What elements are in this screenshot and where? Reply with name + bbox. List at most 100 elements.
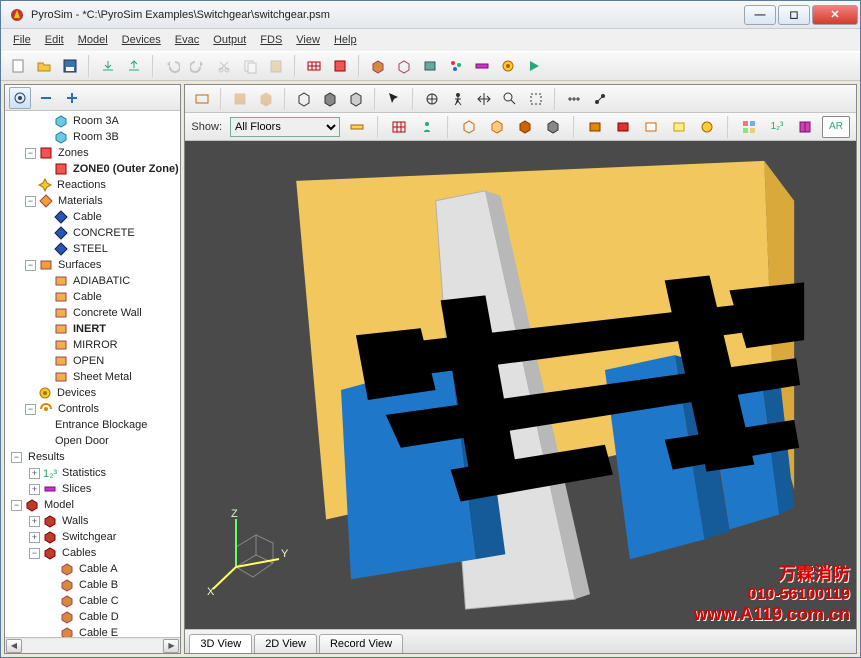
zoom-box-icon[interactable] [525, 88, 547, 110]
tree-item-stats[interactable]: +1₂³Statistics [5, 465, 180, 481]
nav-collapse-icon[interactable] [35, 87, 57, 109]
tree-item-entblock[interactable]: Entrance Blockage [5, 417, 180, 433]
collapse-icon[interactable]: − [11, 500, 22, 511]
tab-3d-view[interactable]: 3D View [189, 634, 252, 653]
walk-icon[interactable] [447, 88, 469, 110]
expand-icon[interactable]: + [29, 468, 40, 479]
tree-item-zone0[interactable]: ZONE0 (Outer Zone) [5, 161, 180, 177]
obstruction-icon[interactable] [367, 55, 389, 77]
tree-group-reactions[interactable]: Reactions [5, 177, 180, 193]
tree-scrollbar[interactable]: ◀ ▶ [5, 637, 180, 653]
axis-gizmo[interactable]: Z Y X [201, 507, 291, 597]
nav-gear-icon[interactable] [9, 87, 31, 109]
collapse-icon[interactable]: − [25, 148, 36, 159]
tree-item-switchgear[interactable]: +Switchgear [5, 529, 180, 545]
tree-item-cablec[interactable]: Cable C [5, 593, 180, 609]
tree-item-surf-cwall[interactable]: Concrete Wall [5, 305, 180, 321]
zone-icon[interactable] [329, 55, 351, 77]
expand-icon[interactable]: + [29, 516, 40, 527]
menu-output[interactable]: Output [207, 32, 252, 48]
solid-outline-icon[interactable] [345, 88, 367, 110]
tree-group-zones[interactable]: −Zones [5, 145, 180, 161]
expand-icon[interactable]: + [29, 532, 40, 543]
copy-icon[interactable] [239, 55, 261, 77]
export-icon[interactable] [123, 55, 145, 77]
tree-group-materials[interactable]: −Materials [5, 193, 180, 209]
undo-icon[interactable] [161, 55, 183, 77]
collapse-icon[interactable]: − [25, 260, 36, 271]
run-icon[interactable] [523, 55, 545, 77]
tree-item-surf-open[interactable]: OPEN [5, 353, 180, 369]
import-icon[interactable] [97, 55, 119, 77]
hole-icon[interactable] [393, 55, 415, 77]
floor-manage-icon[interactable] [346, 116, 368, 138]
menu-devices[interactable]: Devices [116, 32, 167, 48]
menu-view[interactable]: View [290, 32, 326, 48]
particle-icon[interactable] [445, 55, 467, 77]
solid-icon[interactable] [319, 88, 341, 110]
menu-edit[interactable]: Edit [39, 32, 70, 48]
tree-item-room3a[interactable]: Room 3A [5, 113, 180, 129]
view-top-icon[interactable] [229, 88, 251, 110]
model-tree[interactable]: Room 3A Room 3B −Zones ZONE0 (Outer Zone… [5, 111, 180, 637]
tree-item-surf-adiabatic[interactable]: ADIABATIC [5, 273, 180, 289]
book-icon[interactable] [794, 116, 816, 138]
titlebar[interactable]: PyroSim - *C:\PyroSim Examples\Switchgea… [1, 1, 860, 29]
collapse-icon[interactable]: − [29, 548, 40, 559]
tree-item-cablee[interactable]: Cable E [5, 625, 180, 637]
tree-item-slices[interactable]: +Slices [5, 481, 180, 497]
cut-icon[interactable] [213, 55, 235, 77]
open-icon[interactable] [33, 55, 55, 77]
nav-expand-icon[interactable] [61, 87, 83, 109]
tree-group-model[interactable]: −Model [5, 497, 180, 513]
snap-icon[interactable] [589, 88, 611, 110]
menu-fds[interactable]: FDS [254, 32, 288, 48]
measure-icon[interactable] [563, 88, 585, 110]
show-people-icon[interactable] [416, 116, 438, 138]
tree-item-surf-cable[interactable]: Cable [5, 289, 180, 305]
tree-item-surf-sheet[interactable]: Sheet Metal [5, 369, 180, 385]
tree-group-results[interactable]: −Results [5, 449, 180, 465]
tree-group-cables[interactable]: −Cables [5, 545, 180, 561]
menu-evac[interactable]: Evac [169, 32, 205, 48]
zoom-icon[interactable] [499, 88, 521, 110]
new-icon[interactable] [7, 55, 29, 77]
tree-item-cablea[interactable]: Cable A [5, 561, 180, 577]
menu-file[interactable]: File [7, 32, 37, 48]
reset-view-icon[interactable] [191, 88, 213, 110]
tree-item-mat-steel[interactable]: STEEL [5, 241, 180, 257]
device-show-icon[interactable] [696, 116, 718, 138]
cube3-icon[interactable] [514, 116, 536, 138]
cube2-icon[interactable] [486, 116, 508, 138]
menu-help[interactable]: Help [328, 32, 363, 48]
tab-2d-view[interactable]: 2D View [254, 634, 317, 653]
mesh-icon[interactable] [303, 55, 325, 77]
redo-icon[interactable] [187, 55, 209, 77]
minimize-button[interactable]: — [744, 5, 776, 25]
scroll-left-icon[interactable]: ◀ [6, 639, 22, 653]
paste-icon[interactable] [265, 55, 287, 77]
slice-show-icon[interactable] [612, 116, 634, 138]
collapse-icon[interactable]: − [25, 404, 36, 415]
collapse-icon[interactable]: − [25, 196, 36, 207]
show-mesh-icon[interactable] [388, 116, 410, 138]
tab-record-view[interactable]: Record View [319, 634, 403, 653]
scroll-right-icon[interactable]: ▶ [163, 639, 179, 653]
tree-group-controls[interactable]: −Controls [5, 401, 180, 417]
tree-item-mat-concrete[interactable]: CONCRETE [5, 225, 180, 241]
vent-show-icon[interactable] [584, 116, 606, 138]
tree-item-surf-inert[interactable]: INERT [5, 321, 180, 337]
cube1-icon[interactable] [458, 116, 480, 138]
tree-item-room3b[interactable]: Room 3B [5, 129, 180, 145]
wireframe-icon[interactable] [293, 88, 315, 110]
collapse-icon[interactable]: − [11, 452, 22, 463]
select-icon[interactable] [383, 88, 405, 110]
maximize-button[interactable]: ◻ [778, 5, 810, 25]
bound-show-icon[interactable] [640, 116, 662, 138]
iso-show-icon[interactable] [668, 116, 690, 138]
tree-item-surf-mirror[interactable]: MIRROR [5, 337, 180, 353]
ar-button[interactable]: AR [822, 116, 850, 138]
device-icon[interactable] [497, 55, 519, 77]
scroll-track[interactable] [23, 639, 162, 653]
cube4-icon[interactable] [542, 116, 564, 138]
